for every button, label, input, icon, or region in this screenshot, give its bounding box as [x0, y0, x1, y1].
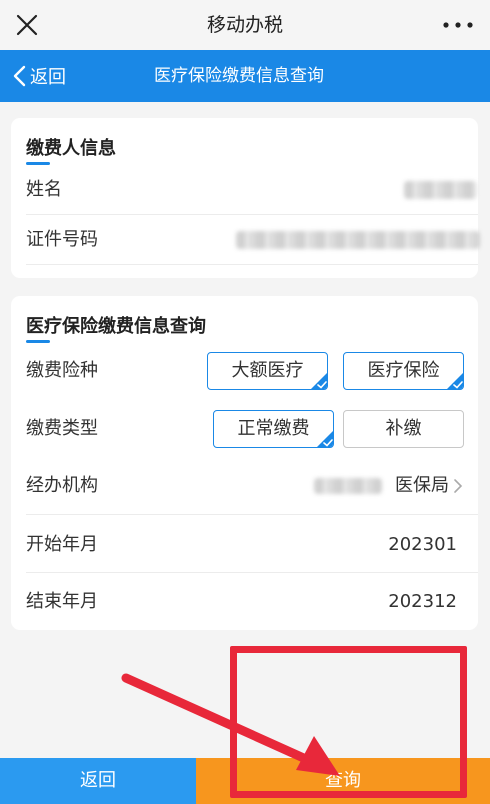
option-label: 大额医疗 [231, 360, 304, 381]
name-row: 姓名 [26, 165, 477, 215]
agency-name-redacted [314, 478, 382, 494]
query-card: 医疗保险缴费信息查询 缴费险种 大额医疗 医疗保险 缴费类型 正常缴费 补缴 经… [11, 296, 478, 630]
option-label: 补缴 [385, 418, 422, 439]
id-label: 证件号码 [26, 229, 98, 250]
option-label: 医疗保险 [367, 360, 440, 381]
payer-info-card: 缴费人信息 姓名 证件号码 [11, 118, 480, 278]
payer-section-title: 缴费人信息 [26, 138, 116, 159]
start-month-label: 开始年月 [26, 534, 98, 555]
insurance-option-large-medical[interactable]: 大额医疗 [207, 352, 328, 390]
page-title: 医疗保险缴费信息查询 [154, 66, 324, 86]
check-icon [317, 431, 333, 447]
wechat-title-bar: 移动办税 [0, 0, 490, 50]
id-row: 证件号码 [26, 215, 480, 265]
check-icon [447, 373, 463, 389]
payment-type-label: 缴费类型 [26, 418, 98, 439]
end-month-value: 202312 [388, 591, 457, 612]
agency-value: 医保局 [395, 461, 463, 511]
option-label: 正常缴费 [237, 418, 310, 439]
end-month-row[interactable]: 结束年月 202312 [26, 577, 463, 627]
start-month-value: 202301 [388, 534, 457, 555]
insurance-type-label: 缴费险种 [26, 360, 98, 381]
section-underline [26, 340, 50, 343]
chevron-right-icon [454, 479, 463, 493]
query-section-title: 医疗保险缴费信息查询 [26, 316, 206, 337]
agency-row[interactable]: 经办机构 医保局 [26, 461, 463, 511]
divider [26, 514, 478, 515]
query-button[interactable]: 查询 [196, 758, 490, 804]
start-month-row[interactable]: 开始年月 202301 [26, 520, 463, 570]
nav-bar: 返回 医疗保险缴费信息查询 [0, 50, 490, 102]
agency-label: 经办机构 [26, 475, 98, 496]
end-month-label: 结束年月 [26, 591, 98, 612]
divider [26, 572, 478, 573]
name-value-redacted [404, 181, 477, 199]
name-label: 姓名 [26, 179, 62, 200]
insurance-option-medical[interactable]: 医疗保险 [343, 352, 464, 390]
divider [26, 264, 478, 265]
more-icon[interactable] [440, 12, 476, 38]
id-value-redacted [236, 231, 480, 249]
check-icon [311, 373, 327, 389]
app-title: 移动办税 [206, 14, 283, 36]
footer-back-button[interactable]: 返回 [0, 758, 196, 804]
agency-value-suffix: 医保局 [395, 475, 449, 496]
payment-option-makeup[interactable]: 补缴 [343, 410, 464, 448]
payment-option-normal[interactable]: 正常缴费 [213, 410, 334, 448]
